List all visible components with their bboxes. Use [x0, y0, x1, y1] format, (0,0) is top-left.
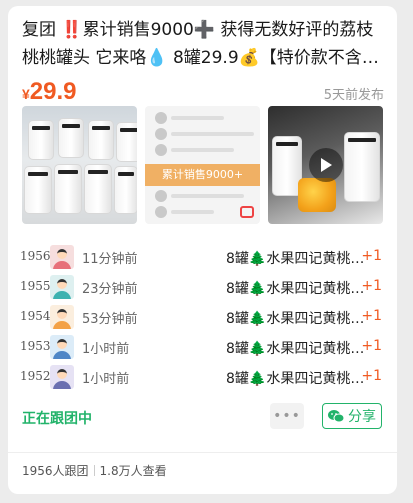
avatar [50, 305, 74, 329]
jar-shape [28, 120, 54, 160]
group-buy-card[interactable]: 复团 ‼️累计销售9000➕ 获得无数好评的荔枝桃桃罐头 它来咯💧 8罐29.9… [8, 6, 397, 494]
order-row[interactable]: 1955 23分钟前 8罐🌲水果四记黄桃罐头 +1 [20, 274, 382, 304]
view-count: 1.8万人查看 [99, 464, 167, 478]
order-qty: +1 [361, 248, 382, 264]
jar-shape [54, 164, 82, 214]
order-qty: +1 [361, 278, 382, 294]
order-product: 8罐🌲水果四记黄桃罐头 [226, 371, 366, 387]
order-row[interactable]: 1956 11分钟前 8罐🌲水果四记黄桃罐头 +1 [20, 244, 382, 274]
order-qty: +1 [361, 308, 382, 324]
jar-shape [88, 120, 114, 160]
play-button[interactable] [309, 148, 343, 182]
order-row[interactable]: 1952 1小时前 8罐🌲水果四记黄桃罐头 +1 [20, 364, 382, 394]
fruit-jar [298, 178, 336, 212]
gallery-video[interactable] [268, 106, 383, 224]
order-product: 8罐🌲水果四记黄桃罐头 [226, 281, 366, 297]
order-number: 1955 [20, 279, 51, 293]
price-row: ¥29.9 5天前发布 [22, 78, 384, 108]
order-product: 8罐🌲水果四记黄桃罐头 [226, 251, 366, 267]
order-time: 23分钟前 [82, 282, 138, 297]
video-icon [240, 206, 254, 218]
jar-shape [24, 166, 52, 214]
currency-symbol: ¥ [22, 86, 30, 102]
stats-bar: 1956人跟团 1.8万人查看 [22, 462, 167, 479]
sales-overlay-text: 累计销售9000+ [145, 164, 260, 186]
gallery-image-jars[interactable] [22, 106, 137, 224]
following-status[interactable]: 正在跟团中 [22, 408, 92, 428]
order-product: 8罐🌲水果四记黄桃罐头 [226, 341, 366, 357]
jar-shape [84, 164, 112, 214]
play-icon [321, 158, 332, 172]
follower-count: 1956人跟团 [22, 464, 89, 478]
order-time: 1小时前 [82, 342, 130, 357]
order-number: 1954 [20, 309, 51, 323]
order-number: 1953 [20, 339, 51, 353]
avatar [50, 365, 74, 389]
gallery-image-order-list[interactable]: 累计销售9000+ [145, 106, 260, 224]
order-qty: +1 [361, 338, 382, 354]
jar-shape [116, 122, 137, 162]
more-button[interactable]: ••• [270, 403, 304, 429]
divider [8, 452, 397, 453]
order-time: 53分钟前 [82, 312, 138, 327]
order-row[interactable]: 1953 1小时前 8罐🌲水果四记黄桃罐头 +1 [20, 334, 382, 364]
avatar [50, 275, 74, 299]
order-qty: +1 [361, 368, 382, 384]
jar-shape [344, 132, 380, 202]
share-button[interactable]: 分享 [322, 403, 382, 429]
order-time: 11分钟前 [82, 252, 138, 267]
jar-shape [58, 118, 84, 158]
share-label: 分享 [348, 409, 376, 425]
post-title[interactable]: 复团 ‼️累计销售9000➕ 获得无数好评的荔枝桃桃罐头 它来咯💧 8罐29.9… [22, 16, 384, 72]
avatar [50, 245, 74, 269]
avatar [50, 335, 74, 359]
order-number: 1952 [20, 369, 51, 383]
price: ¥29.9 [22, 78, 77, 105]
jar-shape [114, 166, 137, 214]
order-row[interactable]: 1954 53分钟前 8罐🌲水果四记黄桃罐头 +1 [20, 304, 382, 334]
price-value: 29.9 [29, 78, 77, 105]
image-gallery: 累计销售9000+ [22, 106, 383, 224]
separator [93, 465, 95, 476]
order-time: 1小时前 [82, 372, 130, 387]
wechat-icon [328, 410, 344, 423]
posted-time: 5天前发布 [323, 88, 384, 103]
order-number: 1956 [20, 249, 51, 263]
order-product: 8罐🌲水果四记黄桃罐头 [226, 311, 366, 327]
order-list: 1956 11分钟前 8罐🌲水果四记黄桃罐头 +1 1955 23分钟前 8罐🌲… [20, 244, 382, 394]
